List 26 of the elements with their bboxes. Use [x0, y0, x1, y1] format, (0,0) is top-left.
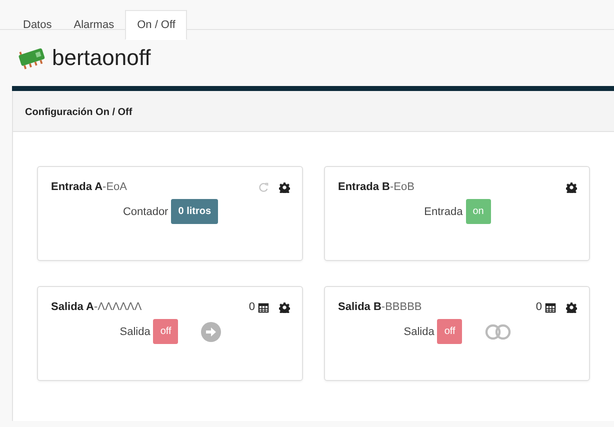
settings-icon[interactable]	[566, 182, 577, 192]
toggle-icon[interactable]	[485, 324, 512, 340]
state-badge: off	[153, 319, 178, 344]
tab[interactable]: On / Off	[125, 10, 188, 40]
schedule-count: 0	[536, 301, 542, 313]
calendar-icon[interactable]	[258, 302, 269, 312]
settings-icon[interactable]	[279, 182, 290, 192]
state-badge: off	[437, 319, 462, 344]
settings-icon[interactable]	[566, 302, 577, 312]
card-title: Entrada A-EoA	[51, 181, 128, 193]
tab[interactable]: Alarmas	[62, 10, 126, 40]
settings-icon[interactable]	[279, 302, 290, 312]
device-name: bertaonoff	[52, 45, 151, 71]
card-title: Salida A-ΛΛΛΛΛΛ	[51, 301, 142, 313]
card-title: Entrada B-EoB	[338, 181, 414, 193]
io-label: Salida	[120, 326, 150, 338]
tab[interactable]: Datos	[12, 10, 63, 40]
card-title: Salida B-BBBBB	[338, 301, 422, 313]
state-badge: 0 litros	[171, 199, 218, 224]
calendar-icon[interactable]	[545, 302, 556, 312]
io-label: Salida	[404, 326, 434, 338]
state-badge: on	[466, 199, 491, 224]
schedule-count: 0	[248, 301, 255, 313]
io-label: Contador	[122, 206, 168, 218]
panel-title: Configuración On / Off	[25, 107, 132, 118]
io-label: Entrada	[424, 206, 463, 218]
